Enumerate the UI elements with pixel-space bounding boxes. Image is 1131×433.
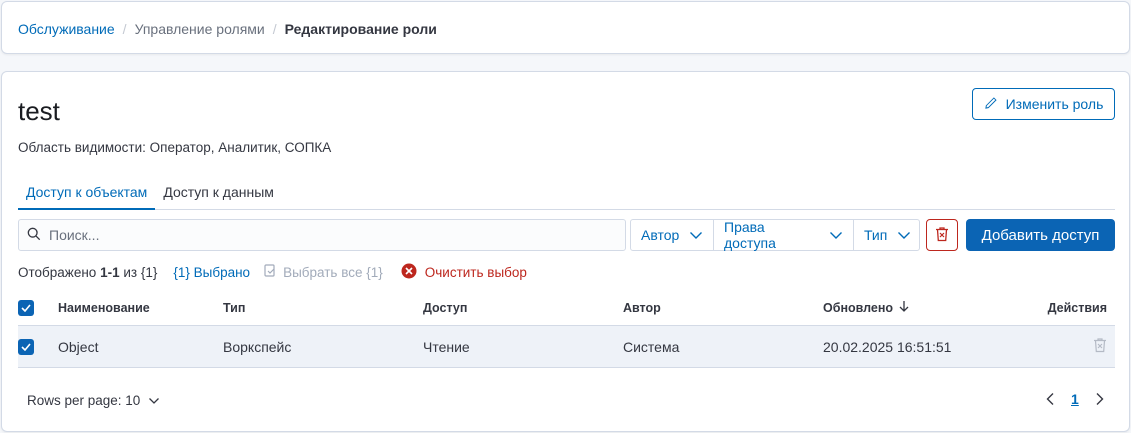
edit-role-button[interactable]: Изменить роль [972, 88, 1115, 120]
breadcrumb-panel: Обслуживание / Управление ролями / Редак… [1, 1, 1130, 54]
filter-author-label: Автор [641, 227, 680, 243]
cell-access: Чтение [423, 338, 470, 355]
header-updated-label: Обновлено [823, 300, 894, 315]
row-checkbox[interactable] [18, 338, 58, 355]
previous-page-button[interactable] [1045, 392, 1055, 406]
cell-name: Object [58, 338, 99, 355]
header-name[interactable]: Наименование [58, 301, 223, 315]
select-all-checkbox[interactable] [18, 299, 58, 316]
selected-count-link[interactable]: {1} Выбрано [173, 265, 250, 280]
filter-group: Автор Права доступа Тип [630, 219, 920, 251]
trash-icon [1093, 337, 1107, 356]
delete-selected-button[interactable] [926, 219, 958, 251]
pencil-icon [984, 96, 998, 113]
breadcrumb-maintenance-link[interactable]: Обслуживание [18, 21, 115, 37]
shown-range: 1-1 [100, 265, 120, 280]
role-panel: test Изменить роль Область видимости: Оп… [1, 71, 1130, 432]
access-table: Наименование Тип Доступ Автор Обновлено … [18, 290, 1115, 368]
scope-label: Область видимости: [18, 140, 146, 155]
tabs: Доступ к объектам Доступ к данным [18, 176, 1115, 210]
page-title: test [18, 96, 60, 126]
shown-count: Отображено 1-1 из {1} [18, 265, 157, 280]
chevron-down-icon [689, 227, 703, 243]
header-type[interactable]: Тип [223, 301, 423, 315]
clear-selection-label: Очистить выбор [424, 265, 527, 280]
cross-circle-icon [401, 263, 417, 282]
header-access[interactable]: Доступ [423, 301, 623, 315]
checkbox-checked-icon [18, 299, 34, 316]
tab-data-access[interactable]: Доступ к данным [155, 176, 282, 210]
page-1-button[interactable]: 1 [1071, 391, 1079, 407]
chevron-down-icon [148, 393, 160, 408]
selection-status: Отображено 1-1 из {1} {1} Выбрано Выбрат… [18, 263, 527, 282]
row-delete-button[interactable] [1023, 337, 1115, 356]
filter-author[interactable]: Автор [631, 220, 714, 250]
header-author[interactable]: Автор [623, 301, 823, 315]
next-page-button[interactable] [1095, 392, 1105, 406]
rows-per-page-label: Rows per page: 10 [27, 393, 141, 408]
shown-of: из {1} [123, 265, 158, 280]
filter-type-label: Тип [864, 227, 888, 243]
cell-type: Воркспейс [223, 338, 292, 355]
header-actions: Действия [1047, 300, 1107, 315]
filter-rights-label: Права доступа [724, 219, 776, 251]
arrow-down-icon [899, 300, 909, 315]
trash-icon [935, 226, 949, 245]
breadcrumb-current: Редактирование роли [284, 21, 437, 37]
checkbox-checked-icon [18, 338, 34, 355]
breadcrumb-separator: / [122, 21, 127, 37]
shown-prefix: Отображено [18, 265, 97, 280]
breadcrumb-separator: / [272, 21, 277, 37]
cell-author: Система [623, 338, 680, 355]
tab-object-access[interactable]: Доступ к объектам [18, 176, 156, 210]
table-header: Наименование Тип Доступ Автор Обновлено … [18, 290, 1115, 326]
rows-per-page-select[interactable]: Rows per page: 10 [27, 393, 160, 408]
scope-value: Оператор, Аналитик, СОПКА [149, 140, 332, 155]
breadcrumb: Обслуживание / Управление ролями / Редак… [18, 21, 437, 37]
chevron-down-icon [829, 227, 843, 243]
select-all-icon [264, 264, 277, 281]
select-all-button[interactable]: Выбрать все {1} [264, 264, 383, 281]
header-updated[interactable]: Обновлено [823, 300, 1023, 315]
search-box [18, 219, 626, 251]
breadcrumb-roles-link[interactable]: Управление ролями [135, 21, 265, 37]
edit-role-label: Изменить роль [1005, 96, 1104, 112]
visibility-scope: Область видимости: Оператор, Аналитик, С… [18, 140, 331, 155]
search-icon [27, 227, 41, 244]
table-row[interactable]: Object Воркспейс Чтение Система 20.02.20… [18, 326, 1115, 368]
filter-type[interactable]: Тип [854, 220, 919, 250]
select-all-label: Выбрать все {1} [283, 265, 383, 280]
filter-access-rights[interactable]: Права доступа [714, 219, 854, 251]
cell-updated: 20.02.2025 16:51:51 [823, 338, 952, 355]
chevron-down-icon [897, 227, 911, 243]
clear-selection-button[interactable]: Очистить выбор [401, 263, 527, 282]
pagination: 1 [1045, 391, 1105, 407]
search-input[interactable] [49, 227, 609, 243]
add-access-button[interactable]: Добавить доступ [966, 219, 1115, 251]
